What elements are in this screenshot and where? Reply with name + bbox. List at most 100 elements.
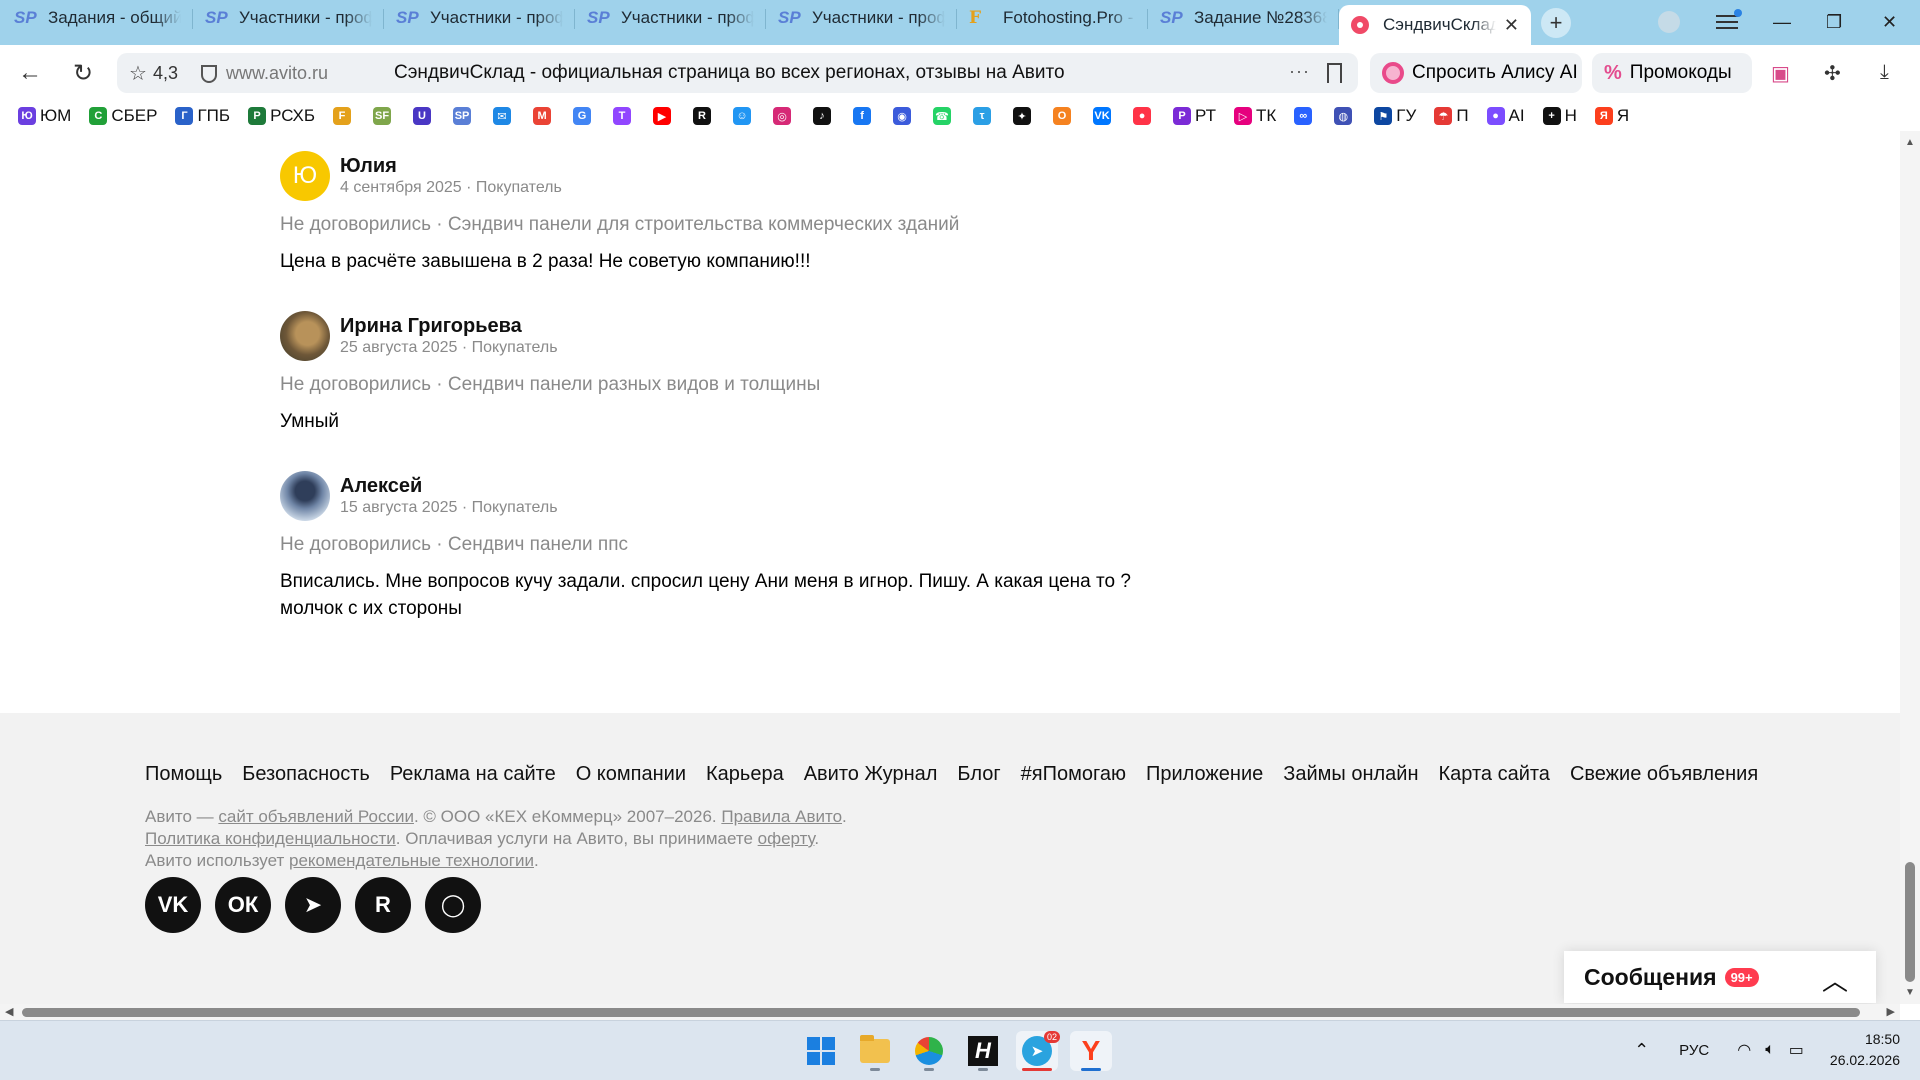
bookmark-item[interactable]: ▷ ТК bbox=[1234, 106, 1276, 126]
footer-link[interactable]: Карта сайта bbox=[1439, 763, 1550, 786]
footer-link[interactable]: #яПомогаю bbox=[1021, 763, 1126, 786]
start-button[interactable] bbox=[800, 1031, 842, 1071]
close-tab-icon[interactable]: ✕ bbox=[1504, 15, 1519, 36]
gallery-icon[interactable]: ▣ bbox=[1771, 61, 1790, 86]
footer-link[interactable]: О компании bbox=[576, 763, 686, 786]
telegram-icon[interactable]: ➤ bbox=[285, 877, 341, 933]
bookmark-item[interactable]: SP bbox=[453, 107, 472, 125]
taskbar-explorer[interactable] bbox=[854, 1031, 896, 1071]
footer-link[interactable]: Реклама на сайте bbox=[390, 763, 556, 786]
bookmark-item[interactable]: SF bbox=[373, 107, 392, 125]
footer-link[interactable]: Свежие объявления bbox=[1570, 763, 1758, 786]
taskbar-telegram[interactable]: ➤ 02 bbox=[1016, 1031, 1060, 1071]
bookmark-item[interactable]: + Н bbox=[1542, 106, 1577, 126]
profile-icon[interactable] bbox=[1658, 11, 1680, 33]
vertical-scrollbar[interactable]: ▲ ▼ bbox=[1900, 131, 1920, 1004]
tab-0[interactable]: SP Задания - общий чат bbox=[2, 0, 193, 36]
tab-5[interactable]: F Fotohosting.Pro - Фото bbox=[957, 0, 1148, 36]
bookmark-item[interactable]: ◍ bbox=[1334, 107, 1353, 125]
bookmark-item[interactable]: Ю ЮМ bbox=[18, 106, 71, 126]
legal-link-offer[interactable]: оферту bbox=[758, 829, 815, 848]
bookmark-item[interactable]: ☺ bbox=[733, 107, 752, 125]
more-icon[interactable]: ··· bbox=[1289, 61, 1310, 82]
footer-link[interactable]: Помощь bbox=[145, 763, 222, 786]
scroll-up-icon[interactable]: ▲ bbox=[1905, 137, 1915, 148]
footer-link[interactable]: Авито Журнал bbox=[804, 763, 938, 786]
bookmark-item[interactable]: Р РТ bbox=[1173, 106, 1216, 126]
bookmark-item[interactable]: ЯЯ bbox=[1594, 106, 1629, 126]
reviewer-name[interactable]: Алексей bbox=[340, 474, 558, 498]
menu-icon[interactable] bbox=[1716, 9, 1742, 31]
reviewer-name[interactable]: Ирина Григорьева bbox=[340, 314, 558, 338]
bookmark-item[interactable]: Г ГПБ bbox=[175, 106, 230, 126]
messages-widget[interactable]: Сообщения 99+ ︿ bbox=[1564, 951, 1876, 1003]
legal-link-classifieds[interactable]: сайт объявлений России bbox=[218, 807, 414, 826]
taskbar-yandex[interactable]: Y bbox=[1070, 1031, 1112, 1071]
bookmark-item[interactable]: ✉ bbox=[493, 107, 512, 125]
back-icon[interactable]: ← bbox=[18, 59, 42, 87]
reload-icon[interactable]: ↻ bbox=[73, 59, 93, 88]
site-rating[interactable]: ☆ 4,3 bbox=[117, 61, 190, 86]
horizontal-scrollbar[interactable]: ◀ ▶ bbox=[0, 1004, 1900, 1020]
footer-link[interactable]: Блог bbox=[957, 763, 1000, 786]
ask-alice-button[interactable]: Спросить Алису AI bbox=[1370, 53, 1582, 93]
wifi-icon[interactable]: ◠ bbox=[1737, 1040, 1751, 1060]
tab-2[interactable]: SP Участники - профиль bbox=[384, 0, 575, 36]
minimize-button[interactable]: — bbox=[1773, 0, 1791, 45]
tab-7[interactable]: СэндвичСклад ✕ bbox=[1339, 5, 1531, 45]
bookmark-item[interactable]: U bbox=[413, 107, 432, 125]
extensions-icon[interactable]: ✣ bbox=[1824, 61, 1841, 86]
footer-link[interactable]: Приложение bbox=[1146, 763, 1263, 786]
bookmark-item[interactable]: ☎ bbox=[933, 107, 952, 125]
new-tab-button[interactable]: + bbox=[1541, 7, 1571, 38]
input-language[interactable]: РУС bbox=[1679, 1042, 1709, 1059]
chat-icon[interactable]: ◯ bbox=[425, 877, 481, 933]
address-bar[interactable]: ☆ 4,3 www.avito.ru СэндвичСклад - официа… bbox=[117, 53, 1358, 93]
bookmark-item[interactable]: ♪ bbox=[813, 107, 832, 125]
bookmark-item[interactable]: ∞ bbox=[1294, 107, 1313, 125]
close-window-button[interactable]: ✕ bbox=[1882, 0, 1897, 45]
legal-link-recommendations[interactable]: рекомендательные технологии bbox=[289, 851, 534, 870]
scroll-thumb[interactable] bbox=[1905, 862, 1915, 982]
bookmark-icon[interactable] bbox=[1327, 63, 1342, 83]
footer-link[interactable]: Займы онлайн bbox=[1283, 763, 1418, 786]
shield-icon[interactable] bbox=[201, 65, 217, 83]
promo-codes-button[interactable]: % Промокоды bbox=[1592, 53, 1752, 93]
chevron-up-icon[interactable]: ⌃ bbox=[1634, 1040, 1649, 1061]
avatar[interactable] bbox=[280, 471, 330, 521]
bookmark-item[interactable]: ● AI bbox=[1486, 106, 1525, 126]
download-icon[interactable]: ⤓ bbox=[1880, 61, 1889, 84]
bookmark-item[interactable]: f bbox=[853, 107, 872, 125]
bookmark-item[interactable]: T bbox=[613, 107, 632, 125]
avatar[interactable] bbox=[280, 311, 330, 361]
scroll-down-icon[interactable]: ▼ bbox=[1905, 987, 1915, 998]
legal-link-privacy[interactable]: Политика конфиденциальности bbox=[145, 829, 396, 848]
ok-icon[interactable]: ОК bbox=[215, 877, 271, 933]
scroll-thumb[interactable] bbox=[22, 1008, 1860, 1017]
clock[interactable]: 18:50 26.02.2026 bbox=[1830, 1029, 1900, 1071]
taskbar-browser[interactable] bbox=[908, 1031, 950, 1071]
bookmark-item[interactable]: τ bbox=[973, 107, 992, 125]
bookmark-item[interactable]: ✦ bbox=[1013, 107, 1032, 125]
tab-4[interactable]: SP Участники - профиль bbox=[766, 0, 957, 36]
bookmark-item[interactable]: ▶ bbox=[653, 107, 672, 125]
volume-icon[interactable]: 🔈︎ bbox=[1765, 1041, 1775, 1059]
bookmark-item[interactable]: ● bbox=[1133, 107, 1152, 125]
bookmark-item[interactable]: ⚑ ГУ bbox=[1374, 106, 1416, 126]
taskbar-app-h[interactable]: H bbox=[962, 1031, 1004, 1071]
tab-1[interactable]: SP Участники - профиль bbox=[193, 0, 384, 36]
bookmark-item[interactable]: ◎ bbox=[773, 107, 792, 125]
vk-icon[interactable]: VK bbox=[145, 877, 201, 933]
bookmark-item[interactable]: M bbox=[533, 107, 552, 125]
legal-link-rules[interactable]: Правила Авито bbox=[721, 807, 842, 826]
avatar[interactable]: Ю bbox=[280, 151, 330, 201]
scroll-right-icon[interactable]: ▶ bbox=[1887, 1005, 1895, 1018]
restore-button[interactable]: ❐ bbox=[1826, 0, 1842, 45]
bookmark-item[interactable]: ☂ П bbox=[1434, 106, 1469, 126]
bookmark-item[interactable]: VK bbox=[1093, 107, 1112, 125]
tab-6[interactable]: SP Задание №28368 bbox=[1148, 0, 1339, 36]
reviewer-name[interactable]: Юлия bbox=[340, 154, 562, 178]
bookmark-item[interactable]: О bbox=[1053, 107, 1072, 125]
bookmark-item[interactable]: G bbox=[573, 107, 592, 125]
chevron-up-icon[interactable]: ︿ bbox=[1822, 961, 1848, 998]
